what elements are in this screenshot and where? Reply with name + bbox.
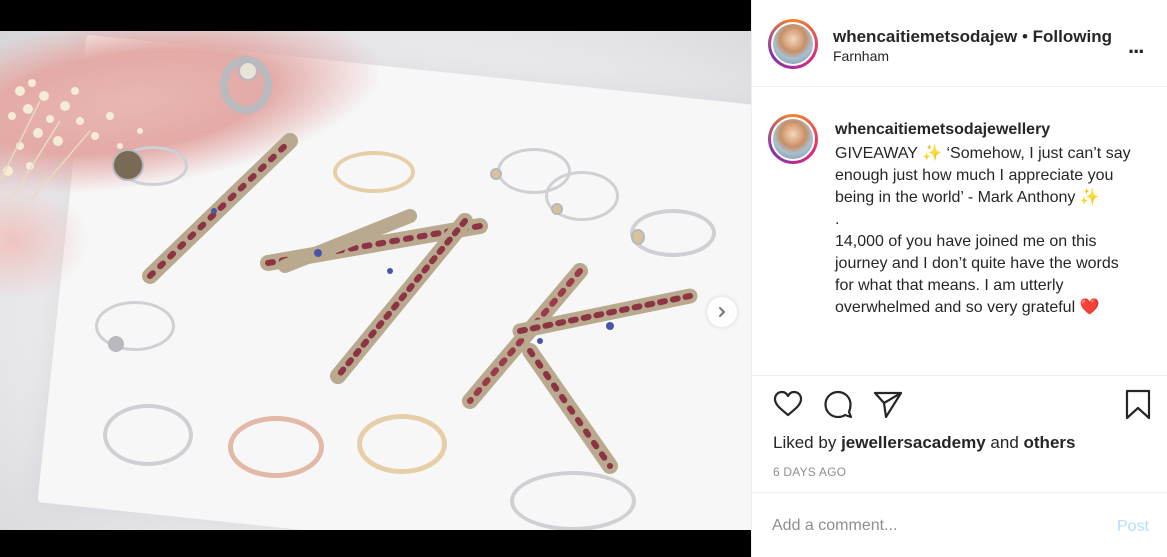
- post-media: [0, 0, 751, 557]
- more-options-button[interactable]: ...: [1128, 33, 1144, 59]
- likes-joiner: and: [990, 433, 1019, 452]
- flower-petals-14k: [142, 133, 698, 474]
- post-caption: whencaitiemetsodajewellery GIVEAWAY ✨ ‘S…: [752, 88, 1167, 376]
- likes-prefix: Liked by: [773, 433, 837, 452]
- location-link[interactable]: Farnham: [833, 48, 889, 64]
- carousel-next-button[interactable]: [707, 297, 737, 327]
- comment-input[interactable]: [772, 517, 1092, 535]
- caption-username[interactable]: whencaitiemetsodajewellery: [835, 121, 1050, 139]
- post-timestamp[interactable]: 6 DAYS AGO: [773, 465, 846, 479]
- following-button[interactable]: Following: [1033, 27, 1112, 46]
- avatar[interactable]: [768, 114, 818, 164]
- likes-others-link[interactable]: others: [1024, 433, 1076, 452]
- action-bar: [752, 388, 1167, 428]
- post-sidebar: whencaitiemetsodajew • Following Farnham…: [751, 0, 1167, 557]
- heart-icon[interactable]: [772, 388, 804, 420]
- liked-by-user-link[interactable]: jewellersacademy: [841, 433, 986, 452]
- header-line: whencaitiemetsodajew • Following: [833, 27, 1112, 47]
- post-header: whencaitiemetsodajew • Following Farnham…: [752, 0, 1167, 87]
- caption-text: GIVEAWAY ✨ ‘Somehow, I just can’t say en…: [835, 145, 1131, 316]
- comment-icon[interactable]: [822, 388, 854, 420]
- send-icon[interactable]: [872, 388, 904, 420]
- avatar[interactable]: [768, 19, 818, 69]
- likes-summary: Liked by jewellersacademy and others: [773, 433, 1075, 453]
- header-separator: •: [1021, 27, 1028, 46]
- header-username[interactable]: whencaitiemetsodajew: [833, 27, 1017, 46]
- comment-bar: Post: [752, 492, 1167, 557]
- chevron-right-icon: [719, 307, 725, 317]
- bookmark-icon[interactable]: [1122, 388, 1154, 420]
- post-photo[interactable]: [0, 31, 751, 530]
- post-comment-button[interactable]: Post: [1117, 518, 1149, 536]
